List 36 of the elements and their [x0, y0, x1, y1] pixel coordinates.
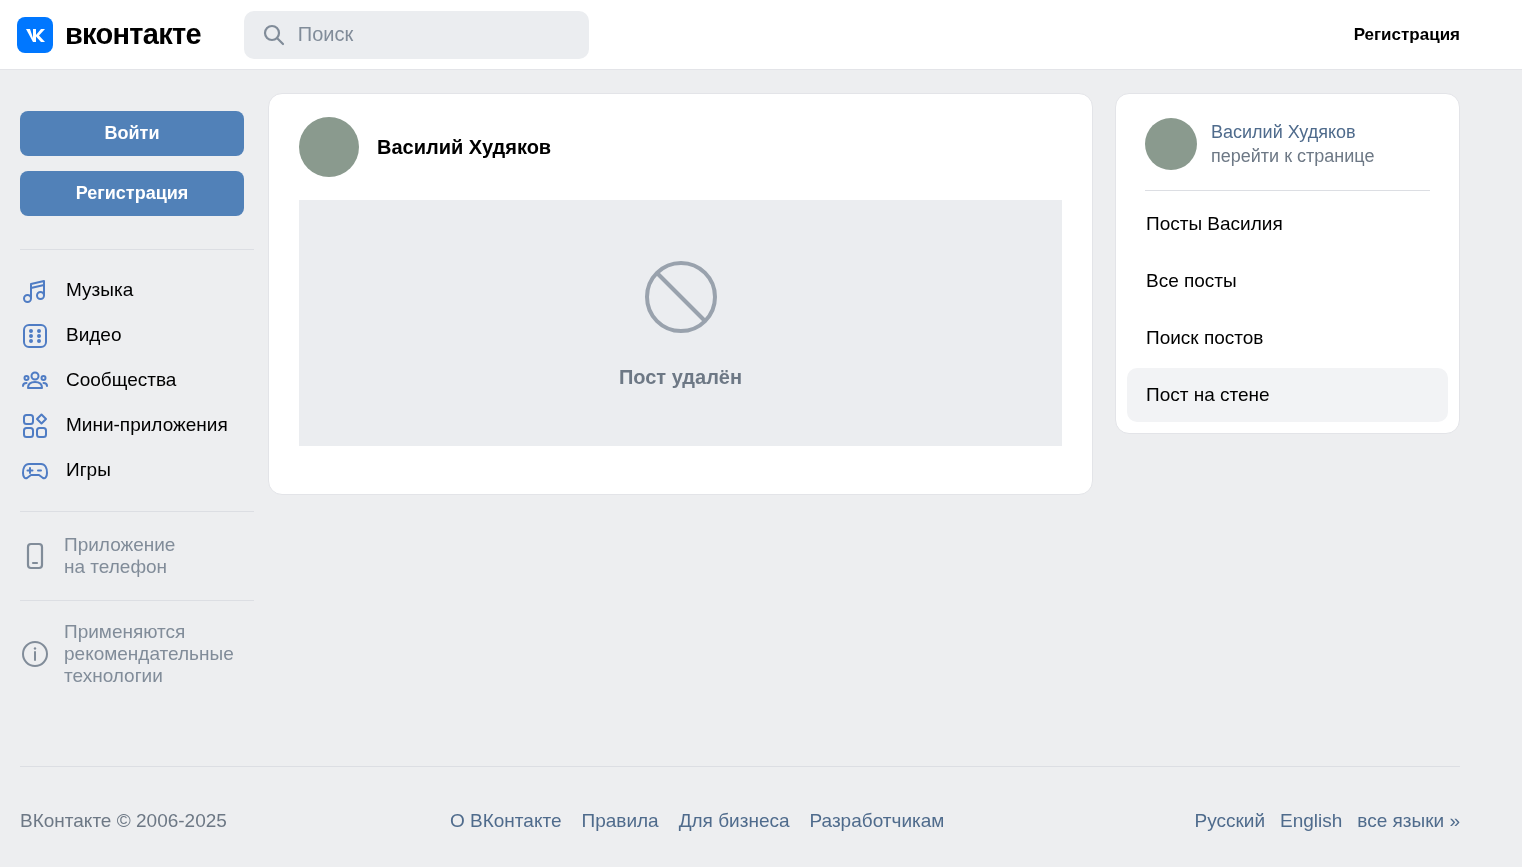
profile-menu-item[interactable]: Пост на стене — [1127, 368, 1448, 422]
login-button[interactable]: Войти — [20, 111, 244, 156]
profile-menu-item[interactable]: Все посты — [1127, 254, 1448, 308]
footer-link[interactable]: Разработчикам — [809, 807, 945, 836]
dice-icon — [21, 321, 49, 350]
author-name[interactable]: Василий Худяков — [377, 132, 552, 162]
profile-name-link[interactable]: Василий Худяков — [1211, 120, 1375, 144]
blocked-icon — [643, 260, 718, 334]
profile-page-link[interactable]: перейти к странице — [1211, 144, 1375, 168]
language-link[interactable]: Русский — [1194, 807, 1265, 836]
footer-link[interactable]: Для бизнеса — [678, 807, 790, 836]
logo-wordmark[interactable]: вконтакте — [65, 12, 201, 57]
footer-link[interactable]: О ВКонтакте — [450, 807, 562, 836]
copyright-text: ВКонтакте © 2006-2025 — [20, 809, 228, 833]
sidebar-item[interactable]: Сообщества — [20, 358, 254, 403]
sidebar-item[interactable]: Мини-приложения — [20, 403, 254, 448]
avatar-photo-placeholder[interactable] — [299, 117, 359, 177]
search-icon — [261, 22, 286, 47]
deleted-message: Пост удалён — [618, 365, 743, 390]
sidebar-item[interactable]: Музыка — [20, 268, 254, 313]
app-promo-link[interactable]: Приложение на телефон — [64, 534, 176, 578]
sidebar-item[interactable]: Видео — [20, 313, 254, 358]
profile-menu-item[interactable]: Поиск постов — [1127, 311, 1448, 365]
recommendations-note[interactable]: Применяются рекомендательные технологии — [64, 621, 234, 687]
info-icon — [20, 639, 50, 669]
language-link[interactable]: English — [1280, 807, 1343, 836]
footer-link[interactable]: Правила — [581, 807, 659, 836]
logo-icon[interactable] — [17, 16, 53, 53]
sidebar-item[interactable]: Игры — [20, 448, 254, 493]
register-button[interactable]: Регистрация — [20, 171, 244, 216]
profile-menu-item[interactable]: Посты Василия — [1127, 197, 1448, 251]
language-link[interactable]: все языки » — [1357, 807, 1460, 836]
grid-icon — [21, 411, 49, 440]
register-link[interactable]: Регистрация — [1353, 21, 1460, 48]
search-field[interactable]: Поиск — [243, 10, 589, 59]
avatar-photo-placeholder[interactable] — [1145, 118, 1197, 170]
